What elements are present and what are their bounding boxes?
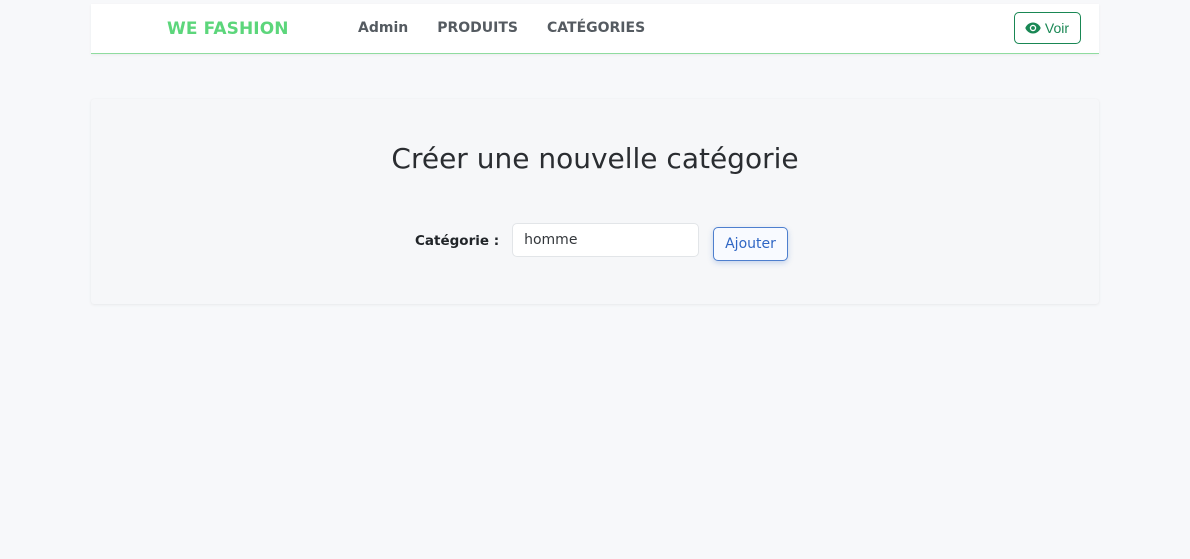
category-input[interactable] <box>512 223 700 257</box>
page-title: Créer une nouvelle catégorie <box>391 142 799 175</box>
create-category-form: Catégorie : Ajouter <box>415 223 788 261</box>
eye-icon <box>1025 22 1041 34</box>
voir-button[interactable]: Voir <box>1013 12 1081 44</box>
top-navbar: WE FASHION Admin PRODUITS CATÉGORIES Voi… <box>91 4 1099 54</box>
category-label: Catégorie : <box>415 233 500 249</box>
nav-link-categories[interactable]: CATÉGORIES <box>547 20 645 36</box>
nav-link-admin[interactable]: Admin <box>358 20 408 36</box>
nav-links: Admin PRODUITS CATÉGORIES <box>358 20 645 36</box>
brand-logo[interactable]: WE FASHION <box>167 19 289 39</box>
ajouter-button[interactable]: Ajouter <box>713 227 788 261</box>
voir-button-label: Voir <box>1044 20 1069 36</box>
create-category-card: Créer une nouvelle catégorie Catégorie :… <box>91 99 1099 304</box>
nav-link-produits[interactable]: PRODUITS <box>437 20 518 36</box>
